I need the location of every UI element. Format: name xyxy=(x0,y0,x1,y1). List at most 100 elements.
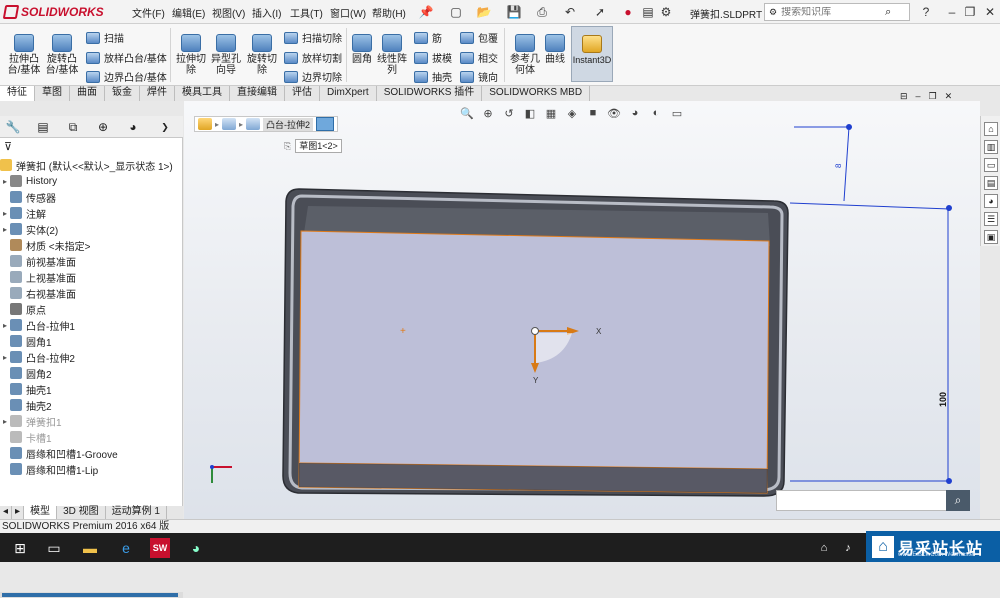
boundary-boss-button[interactable]: 边界凸台/基体 xyxy=(86,69,167,84)
model-canvas[interactable]: + X Y 8 100 xyxy=(184,101,980,519)
tree-item[interactable]: 前视基准面 xyxy=(0,253,183,269)
tree-item[interactable]: 右视基准面 xyxy=(0,285,183,301)
tree-item[interactable]: ▸ 实体(2) xyxy=(0,221,183,237)
knowledge-search[interactable]: ⚙ ⌕ xyxy=(764,3,910,21)
tree-scrollbar[interactable] xyxy=(0,592,183,598)
tab-mold-tools[interactable]: 模具工具 xyxy=(175,86,230,101)
extrude-cut-button[interactable]: 拉伸切 除 xyxy=(174,34,208,76)
home-icon[interactable]: ⌂ xyxy=(984,122,998,136)
new-document-icon[interactable]: ▢ xyxy=(448,4,464,20)
file-explorer-icon[interactable]: ▭ xyxy=(984,158,998,172)
tree-root[interactable]: 弹簧扣 (默认<<默认>_显示状态 1>) xyxy=(0,157,183,173)
tab-motion-study[interactable]: 运动算例 1 xyxy=(106,506,167,519)
sweep-button[interactable]: 扫描 xyxy=(86,30,124,45)
tree-item[interactable]: 圆角2 xyxy=(0,365,183,381)
tree-item[interactable]: ▸ History xyxy=(0,173,183,189)
tab-dimxpert[interactable]: DimXpert xyxy=(320,86,377,101)
panel-expand-icon[interactable]: ❯ xyxy=(156,119,174,135)
configuration-manager-tab-icon[interactable]: ⧉ xyxy=(64,119,82,135)
select-icon[interactable]: ➚ xyxy=(592,4,608,20)
dimension-bottom-point[interactable] xyxy=(946,478,952,484)
menu-edit[interactable]: 编辑(E) xyxy=(172,5,205,20)
intersect-button[interactable]: 相交 xyxy=(460,50,498,65)
edit-appearance-icon[interactable]: ◕ xyxy=(627,105,643,121)
tab-mbd[interactable]: SOLIDWORKS MBD xyxy=(482,86,591,101)
tree-item[interactable]: 唇缘和凹槽1-Groove xyxy=(0,445,183,461)
save-icon[interactable]: 💾 xyxy=(506,4,522,20)
dimxpert-manager-tab-icon[interactable]: ⊕ xyxy=(94,119,112,135)
fillet-button[interactable]: 圆角 xyxy=(350,34,374,65)
close-icon[interactable]: ✕ xyxy=(982,4,998,20)
apply-scene-icon[interactable]: ◐ xyxy=(648,105,664,121)
options-gear-icon[interactable]: ⚙ xyxy=(658,4,674,20)
tab-weldments[interactable]: 焊件 xyxy=(140,86,175,101)
appearances-icon[interactable]: ◕ xyxy=(984,194,998,208)
overlay-search-field[interactable] xyxy=(776,490,970,511)
tree-filter[interactable]: ⊽ xyxy=(0,139,183,155)
undo-icon[interactable]: ↶ xyxy=(562,4,578,20)
viewport-minimize-icon[interactable]: – xyxy=(916,91,921,102)
tab-model[interactable]: 模型 xyxy=(24,506,58,519)
graphics-area[interactable]: + X Y 8 100 ▸ ▸ 凸台-拉伸2 ⎘ 草图1<2> 🔍 ⊕ ↺ ◧ … xyxy=(184,101,980,519)
face-breadcrumb-icon[interactable] xyxy=(316,117,335,131)
zoom-to-fit-icon[interactable]: 🔍 xyxy=(459,105,475,121)
tab-scroll-right-icon[interactable]: ▸ xyxy=(12,506,25,519)
lofted-cut-button[interactable]: 放样切割 xyxy=(284,50,342,65)
tree-item[interactable]: 唇缘和凹槽1-Lip xyxy=(0,461,183,477)
tree-item[interactable]: 传感器 xyxy=(0,189,183,205)
dimension-value[interactable]: 100 xyxy=(938,392,948,407)
tree-item[interactable]: 材质 <未指定> xyxy=(0,237,183,253)
tree-expand-icon[interactable]: ▸ xyxy=(0,177,10,186)
tree-item[interactable]: 抽壳1 xyxy=(0,381,183,397)
search-scope-icon[interactable]: ⚙ xyxy=(769,7,777,18)
shell-button[interactable]: 抽壳 xyxy=(414,69,452,84)
help-icon[interactable]: ? xyxy=(918,4,934,20)
part-breadcrumb-icon[interactable] xyxy=(198,118,212,130)
loft-boss-button[interactable]: 放样凸台/基体 xyxy=(86,50,167,65)
wrap-button[interactable]: 包覆 xyxy=(460,30,498,45)
rebuild-icon[interactable]: ● xyxy=(620,4,636,20)
extrude-boss-button[interactable]: 拉伸凸 台/基体 xyxy=(6,34,42,76)
custom-properties-icon[interactable]: ☰ xyxy=(984,212,998,226)
dimension-top-point[interactable] xyxy=(946,205,952,211)
revolve-cut-button[interactable]: 旋转切 除 xyxy=(244,34,280,76)
menu-file[interactable]: 文件(F) xyxy=(132,5,165,20)
view-orientation-icon[interactable]: ◈ xyxy=(564,105,580,121)
draft-button[interactable]: 拔模 xyxy=(414,50,452,65)
search-icon[interactable]: ⌕ xyxy=(885,6,891,19)
mirror-button[interactable]: 镜向 xyxy=(460,69,498,84)
task-view-icon[interactable]: ▭ xyxy=(44,538,64,558)
tab-scroll-left-icon[interactable]: ◂ xyxy=(0,506,13,519)
tree-item[interactable]: ▸ 注解 xyxy=(0,205,183,221)
viewport-restore-icon[interactable]: ❐ xyxy=(929,91,937,102)
swept-cut-button[interactable]: 扫描切除 xyxy=(284,30,342,45)
curves-button[interactable]: 曲线 xyxy=(542,34,568,65)
tree-item[interactable]: ▸ 凸台-拉伸1 xyxy=(0,317,183,333)
sketch-tag-label[interactable]: 草图1<2> xyxy=(295,139,342,153)
network-icon[interactable]: ⌂ xyxy=(814,538,834,558)
windows-start-icon[interactable]: ⊞ xyxy=(10,538,30,558)
tree-item[interactable]: 圆角1 xyxy=(0,333,183,349)
menu-insert[interactable]: 插入(I) xyxy=(252,5,281,20)
origin-point[interactable] xyxy=(531,327,539,335)
volume-icon[interactable]: ♪ xyxy=(838,538,858,558)
tree-item[interactable]: 上视基准面 xyxy=(0,269,183,285)
tree-item[interactable]: ▸ 凸台-拉伸2 xyxy=(0,349,183,365)
boundary-cut-button[interactable]: 边界切除 xyxy=(284,69,342,84)
display-manager-tab-icon[interactable]: ◕ xyxy=(124,119,142,135)
menu-view[interactable]: 视图(V) xyxy=(212,5,245,20)
hide-show-icon[interactable]: 👁 xyxy=(606,105,622,121)
tree-item[interactable]: 抽壳2 xyxy=(0,397,183,413)
hole-wizard-button[interactable]: 异型孔 向导 xyxy=(208,34,244,76)
tab-direct-editing[interactable]: 直接编辑 xyxy=(230,86,285,101)
view-palette-icon[interactable]: ▤ xyxy=(984,176,998,190)
open-icon[interactable]: 📂 xyxy=(476,4,492,20)
tab-3d-views[interactable]: 3D 视图 xyxy=(57,506,106,519)
restore-icon[interactable]: ❐ xyxy=(962,4,978,20)
tree-expand-icon[interactable]: ▸ xyxy=(0,353,10,362)
overlay-search-button[interactable]: ⌕ xyxy=(946,490,970,511)
tree-expand-icon[interactable]: ▸ xyxy=(0,209,10,218)
menu-window[interactable]: 窗口(W) xyxy=(330,5,366,20)
previous-view-icon[interactable]: ↺ xyxy=(501,105,517,121)
zoom-to-area-icon[interactable]: ⊕ xyxy=(480,105,496,121)
